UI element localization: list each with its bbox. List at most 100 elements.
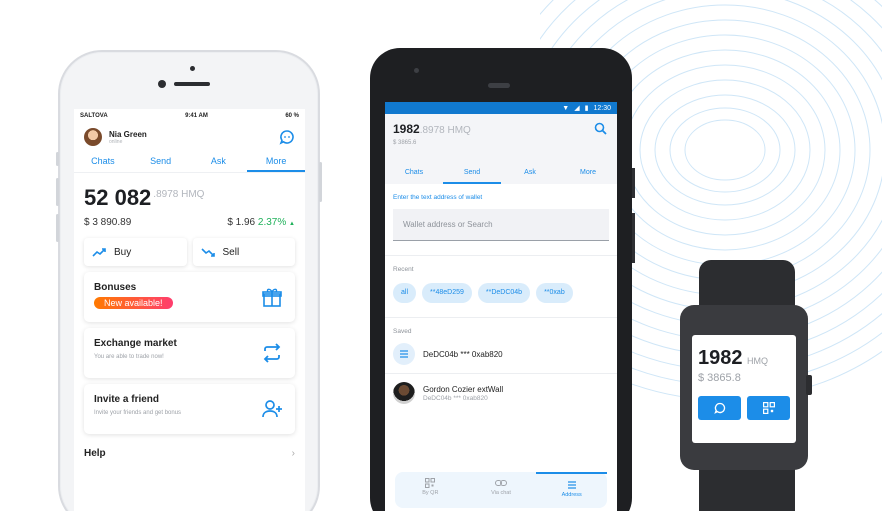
- invite-subtitle: Invite your friends and get bonus: [94, 410, 182, 416]
- nav-via-chat[interactable]: Via chat: [466, 472, 537, 508]
- chip-recent[interactable]: **0xab: [536, 283, 573, 303]
- tab-chats[interactable]: Chats: [385, 164, 443, 184]
- iphone-tab-bar: Chats Send Ask More: [74, 151, 305, 173]
- contact-name: Gordon Cozier extWall: [423, 384, 504, 394]
- chevron-right-icon: ›: [291, 448, 295, 459]
- exchange-icon: [261, 342, 283, 369]
- sell-button[interactable]: Sell: [192, 238, 295, 266]
- watch-currency: HMQ: [746, 356, 768, 366]
- exchange-card[interactable]: Exchange market You are able to trade no…: [84, 328, 295, 378]
- buy-button[interactable]: Buy: [84, 238, 187, 266]
- tab-more[interactable]: More: [559, 164, 617, 184]
- help-label: Help: [84, 448, 106, 459]
- android-volume-button: [632, 213, 635, 263]
- android-power-button: [632, 168, 635, 198]
- watch-balance: 1982 HMQ: [698, 347, 790, 370]
- send-form: Enter the text address of wallet Wallet …: [385, 184, 617, 241]
- new-available-badge: New available!: [94, 297, 173, 309]
- balance-decimal: .8978 HMQ: [153, 189, 205, 200]
- android-tab-bar: Chats Send Ask More: [385, 164, 617, 184]
- watch-qr-button[interactable]: [747, 396, 790, 420]
- iphone-screen: SALTOVA 9:41 AM 60 % Nia Green online Ch…: [74, 109, 305, 511]
- android-camera: [414, 68, 419, 73]
- exchange-subtitle: You are able to trade now!: [94, 354, 164, 360]
- tab-send[interactable]: Send: [132, 151, 190, 172]
- address-list-icon: [567, 481, 576, 489]
- saved-wallet-address: DeDC04b *** 0xab820: [423, 349, 503, 359]
- chip-recent[interactable]: **48eD259: [422, 283, 472, 303]
- wallet-address-input[interactable]: Wallet address or Search: [393, 209, 609, 241]
- recent-chips: all **48eD259 **DeDC04b **0xab: [385, 273, 617, 303]
- tab-more[interactable]: More: [247, 151, 305, 172]
- watch-chat-button[interactable]: [698, 396, 741, 420]
- qr-icon: [425, 478, 436, 488]
- saved-wallet-row[interactable]: DeDC04b *** 0xab820: [385, 335, 617, 374]
- user-status: online: [109, 138, 123, 145]
- add-user-icon: [261, 398, 283, 425]
- chip-recent[interactable]: **DeDC04b: [477, 283, 531, 303]
- invite-title: Invite a friend: [94, 394, 160, 405]
- watch-usd-value: $ 3865.8: [698, 372, 741, 384]
- ios-status-bar: SALTOVA 9:41 AM 60 %: [74, 109, 305, 123]
- iphone-sensor: [190, 66, 195, 71]
- send-method-nav: By QR Via chat Address: [395, 472, 608, 508]
- recent-label: Recent: [385, 255, 617, 273]
- tab-send[interactable]: Send: [443, 164, 501, 184]
- invite-card[interactable]: Invite a friend Invite your friends and …: [84, 384, 295, 434]
- help-row[interactable]: Help ›: [84, 444, 295, 463]
- balance-integer: 52 082: [84, 185, 152, 210]
- tab-ask[interactable]: Ask: [501, 164, 559, 184]
- user-header[interactable]: Nia Green online: [74, 123, 305, 151]
- tab-chats[interactable]: Chats: [74, 151, 132, 172]
- chat-icon[interactable]: [279, 129, 295, 150]
- up-triangle-icon: ▲: [289, 221, 295, 227]
- tab-ask[interactable]: Ask: [190, 151, 248, 172]
- gift-icon: [261, 286, 283, 313]
- android-status-bar: ▼ ◢ ▮ 12:30: [385, 102, 617, 114]
- trade-buttons: Buy Sell: [74, 228, 305, 266]
- iphone-volume-up: [56, 178, 59, 206]
- address-label: Enter the text address of wallet: [393, 194, 483, 201]
- android-usd-value: $ 3865.6: [393, 140, 417, 146]
- nav-by-qr-label: By QR: [422, 490, 439, 496]
- balance: 52 082 .8978 HMQ: [74, 173, 305, 211]
- change-percent: 2.37%: [257, 217, 287, 228]
- watch-actions: [698, 396, 790, 420]
- android-speaker: [488, 83, 510, 88]
- iphone-volume-down: [56, 214, 59, 242]
- balance-details: $ 3 890.89 $ 1.96 2.37% ▲: [74, 211, 305, 228]
- bonuses-card[interactable]: Bonuses New available!: [84, 272, 295, 322]
- iphone-speaker: [174, 82, 210, 86]
- nav-address[interactable]: Address: [536, 472, 608, 508]
- bonuses-title: Bonuses: [94, 282, 137, 293]
- trend-up-icon: [92, 248, 106, 257]
- wallet-header: 1982.8978 HMQ $ 3865.6 Chats Send Ask Mo…: [385, 114, 617, 184]
- contact-photo: [393, 382, 415, 404]
- clock: 9:41 AM: [185, 113, 208, 119]
- android-device: ▼ ◢ ▮ 12:30 1982.8978 HMQ $ 3865.6 Chats…: [370, 48, 635, 511]
- chat-icon: [713, 402, 725, 414]
- sell-label: Sell: [222, 246, 240, 258]
- user-name: Nia Green: [109, 129, 147, 139]
- battery-label: 60 %: [285, 113, 299, 119]
- nav-address-label: Address: [561, 492, 582, 498]
- change-value: $ 1.96: [227, 217, 256, 228]
- search-icon[interactable]: [594, 122, 607, 140]
- android-balance-decimal: .8978 HMQ: [419, 125, 471, 136]
- avatar[interactable]: [84, 128, 102, 146]
- wifi-icon: ▼: [562, 104, 570, 112]
- android-balance-integer: 1982: [393, 122, 420, 136]
- list-icon: [393, 343, 415, 365]
- saved-contact-row[interactable]: Gordon Cozier extWall DeDC04b *** 0xab82…: [385, 374, 617, 412]
- usd-value: $ 3 890.89: [84, 217, 132, 228]
- trend-down-icon: [200, 248, 215, 257]
- nav-via-chat-label: Via chat: [491, 490, 511, 496]
- chip-all[interactable]: all: [393, 283, 417, 303]
- iphone-camera: [158, 80, 166, 88]
- saved-label: Saved: [385, 317, 617, 335]
- qr-icon: [762, 402, 775, 414]
- exchange-title: Exchange market: [94, 338, 177, 349]
- signal-icon: ◢: [574, 105, 580, 112]
- buy-label: Buy: [114, 246, 132, 258]
- nav-by-qr[interactable]: By QR: [395, 472, 466, 508]
